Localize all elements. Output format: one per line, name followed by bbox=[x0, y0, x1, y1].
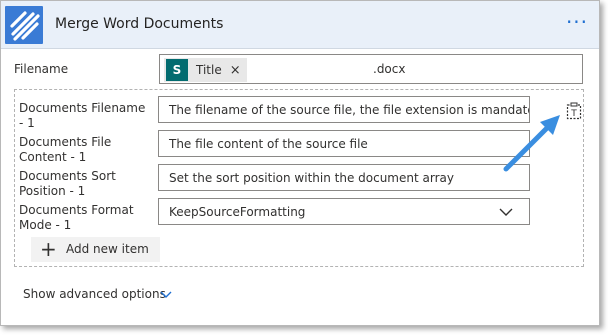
action-header[interactable]: Merge Word Documents ··· bbox=[1, 1, 599, 49]
show-advanced-options-link[interactable]: Show advanced options bbox=[23, 287, 166, 301]
action-title: Merge Word Documents bbox=[55, 16, 224, 32]
filename-label: Filename bbox=[14, 62, 69, 76]
striped-connector-icon bbox=[5, 6, 43, 44]
chevron-down-icon bbox=[499, 208, 513, 216]
remove-token-button[interactable]: × bbox=[230, 63, 241, 78]
documents-content-input[interactable]: The file content of the source file bbox=[158, 130, 530, 157]
filename-field[interactable]: S Title × .docx bbox=[159, 54, 583, 84]
dynamic-content-token[interactable]: S Title × bbox=[164, 58, 247, 82]
switch-to-array-input-icon[interactable]: T bbox=[566, 102, 582, 120]
documents-filename-input[interactable]: The filename of the source file, the fil… bbox=[158, 96, 530, 123]
documents-content-label: Documents File Content - 1 bbox=[19, 135, 112, 164]
documents-format-label: Documents Format Mode - 1 bbox=[19, 203, 134, 232]
sharepoint-icon: S bbox=[166, 59, 188, 81]
svg-text:T: T bbox=[570, 109, 577, 119]
add-new-item-label: Add new item bbox=[66, 242, 149, 256]
filename-suffix: .docx bbox=[373, 62, 406, 76]
add-new-item-button[interactable]: + Add new item bbox=[31, 237, 160, 262]
documents-filename-label: Documents Filename - 1 bbox=[19, 101, 146, 130]
action-card: Merge Word Documents ··· Filename S Titl… bbox=[0, 0, 600, 326]
documents-content-placeholder: The file content of the source file bbox=[169, 137, 368, 151]
documents-sort-placeholder: Set the sort position within the documen… bbox=[169, 171, 454, 185]
documents-format-dropdown[interactable]: KeepSourceFormatting bbox=[158, 198, 530, 225]
documents-sort-input[interactable]: Set the sort position within the documen… bbox=[158, 164, 530, 191]
documents-filename-placeholder: The filename of the source file, the fil… bbox=[169, 103, 529, 117]
chevron-down-icon[interactable] bbox=[159, 289, 173, 301]
plus-icon: + bbox=[40, 237, 57, 261]
token-label: Title bbox=[196, 63, 222, 77]
documents-format-value: KeepSourceFormatting bbox=[169, 205, 306, 219]
callout-arrow-icon bbox=[503, 115, 560, 172]
documents-sort-label: Documents Sort Position - 1 bbox=[19, 169, 116, 198]
more-options-button[interactable]: ··· bbox=[563, 10, 591, 38]
